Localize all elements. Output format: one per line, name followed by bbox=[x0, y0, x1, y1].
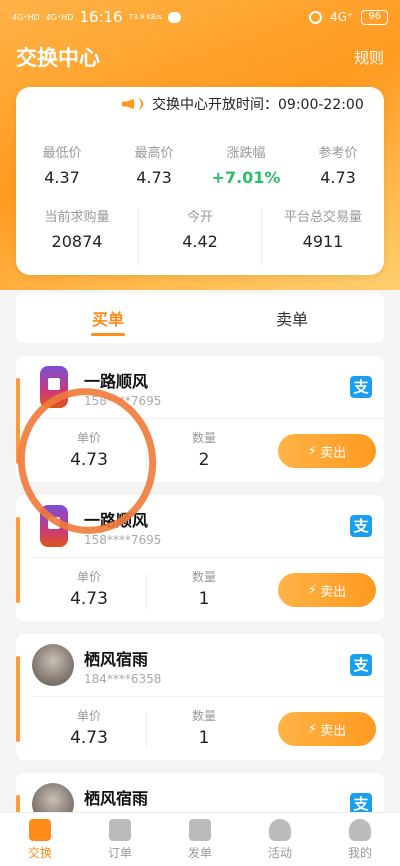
quantity-label: 数量 bbox=[191, 709, 216, 723]
stat-label: 今开 bbox=[186, 210, 213, 225]
price-label: 单价 bbox=[76, 570, 101, 584]
quantity-value: 1 bbox=[198, 589, 210, 609]
edit-document-icon bbox=[189, 818, 211, 841]
stat-label: 平台总交易量 bbox=[283, 210, 362, 225]
divider bbox=[146, 573, 147, 609]
network-indicator: 4G⁺HD bbox=[12, 12, 40, 22]
tab-buy[interactable]: 买单 bbox=[16, 293, 200, 343]
speaker-icon bbox=[122, 95, 144, 113]
sell-button-label: 卖出 bbox=[320, 584, 347, 600]
stat-value: 4.73 bbox=[320, 168, 356, 187]
quantity-block: 数量 2 bbox=[159, 430, 249, 474]
lightning-icon: ⚡ bbox=[307, 443, 318, 459]
alipay-icon: 支 bbox=[350, 654, 372, 676]
sell-button[interactable]: ⚡ 卖出 bbox=[278, 573, 376, 607]
avatar bbox=[32, 644, 74, 686]
list-item: 栖风宿雨 184****6358 支 单价 4.73 数量 1 ⚡ 卖出 bbox=[16, 634, 384, 760]
sell-button-label: 卖出 bbox=[320, 723, 347, 739]
quantity-value: 1 bbox=[198, 728, 210, 748]
trophy-icon bbox=[269, 818, 291, 841]
page-title: 交换中心 bbox=[16, 46, 100, 70]
stat-label: 涨跌幅 bbox=[226, 146, 266, 161]
tab-activity[interactable]: 活动 bbox=[240, 813, 320, 866]
notice-text: 交换中心开放时间：09:00-22:00 bbox=[152, 97, 364, 113]
stat-value: 4.37 bbox=[44, 168, 80, 187]
stats-grid: 最低价 4.37 最高价 4.73 涨跌幅 +7.01% 参考价 4.73 当前… bbox=[16, 144, 384, 266]
lightning-icon: ⚡ bbox=[307, 582, 318, 598]
tab-profile[interactable]: 我的 bbox=[320, 813, 400, 866]
user-name: 栖风宿雨 bbox=[84, 789, 149, 808]
quantity-label: 数量 bbox=[191, 431, 216, 445]
stat-highest: 最高价 4.73 bbox=[108, 144, 200, 202]
price-block: 单价 4.73 bbox=[44, 569, 134, 613]
divider bbox=[32, 696, 384, 697]
bottom-tab-bar: 交换 订单 发单 活动 我的 bbox=[0, 812, 400, 866]
quantity-label: 数量 bbox=[191, 570, 216, 584]
price-label: 单价 bbox=[76, 709, 101, 723]
stat-value: 4.73 bbox=[136, 168, 172, 187]
user-phone: 158****7695 bbox=[84, 533, 162, 547]
user-name: 栖风宿雨 bbox=[84, 650, 149, 669]
stat-lowest: 最低价 4.37 bbox=[16, 144, 108, 202]
stat-label: 最高价 bbox=[134, 146, 174, 161]
lightning-icon: ⚡ bbox=[307, 721, 318, 737]
stat-total-volume: 平台总交易量 4911 bbox=[262, 208, 384, 266]
tab-label: 活动 bbox=[267, 845, 292, 860]
message-icon bbox=[167, 11, 181, 23]
user-icon bbox=[349, 818, 371, 841]
rules-link[interactable]: 规则 bbox=[354, 47, 384, 68]
stat-value: 4.42 bbox=[182, 232, 218, 251]
tab-label: 发单 bbox=[187, 845, 212, 860]
quantity-value: 2 bbox=[198, 450, 210, 470]
stat-change: 涨跌幅 +7.01% bbox=[200, 144, 292, 202]
battery-icon: 96 bbox=[361, 9, 388, 25]
stat-reference: 参考价 4.73 bbox=[292, 144, 384, 202]
clipboard-icon bbox=[109, 818, 131, 841]
stat-label: 最低价 bbox=[42, 146, 82, 161]
tab-post-order[interactable]: 发单 bbox=[160, 813, 240, 866]
clock: 16:16 bbox=[79, 8, 123, 26]
alipay-icon: 支 bbox=[350, 376, 372, 398]
divider bbox=[146, 712, 147, 748]
status-bar: 4G⁺HD 4G⁺HD 16:16 73.9 KB/s 4G⁺ 96 bbox=[0, 0, 400, 34]
tab-label: 我的 bbox=[347, 845, 372, 860]
alarm-icon bbox=[308, 10, 322, 24]
network-indicator: 4G⁺HD bbox=[45, 12, 74, 22]
sell-button[interactable]: ⚡ 卖出 bbox=[278, 434, 376, 468]
sell-button[interactable]: ⚡ 卖出 bbox=[278, 712, 376, 746]
network-speed: 73.9 KB/s bbox=[128, 13, 162, 21]
price-block: 单价 4.73 bbox=[44, 708, 134, 752]
sell-button-label: 卖出 bbox=[320, 445, 347, 461]
quantity-block: 数量 1 bbox=[159, 569, 249, 613]
alipay-icon: 支 bbox=[350, 515, 372, 537]
stat-label: 当前求购量 bbox=[44, 210, 110, 225]
order-type-tabs: 买单 卖单 bbox=[16, 293, 384, 343]
tab-exchange[interactable]: 交换 bbox=[0, 813, 80, 866]
user-phone: 184****6358 bbox=[84, 672, 162, 686]
exchange-icon bbox=[29, 818, 51, 841]
tab-sell[interactable]: 卖单 bbox=[200, 293, 384, 343]
stat-label: 参考价 bbox=[318, 146, 358, 161]
network-indicator: 4G⁺ bbox=[329, 10, 354, 24]
divider bbox=[32, 557, 384, 558]
stat-value: +7.01% bbox=[211, 168, 281, 187]
tab-orders[interactable]: 订单 bbox=[80, 813, 160, 866]
stat-value: 20874 bbox=[51, 232, 103, 251]
stat-open: 今开 4.42 bbox=[139, 208, 262, 266]
price-value: 4.73 bbox=[70, 728, 108, 748]
price-value: 4.73 bbox=[70, 589, 108, 609]
stat-value: 4911 bbox=[302, 232, 344, 251]
opening-hours-notice: 交换中心开放时间：09:00-22:00 bbox=[108, 88, 378, 120]
tab-label: 订单 bbox=[107, 845, 132, 860]
stat-demand: 当前求购量 20874 bbox=[16, 208, 139, 266]
quantity-block: 数量 1 bbox=[159, 708, 249, 752]
tab-label: 交换 bbox=[27, 845, 52, 860]
